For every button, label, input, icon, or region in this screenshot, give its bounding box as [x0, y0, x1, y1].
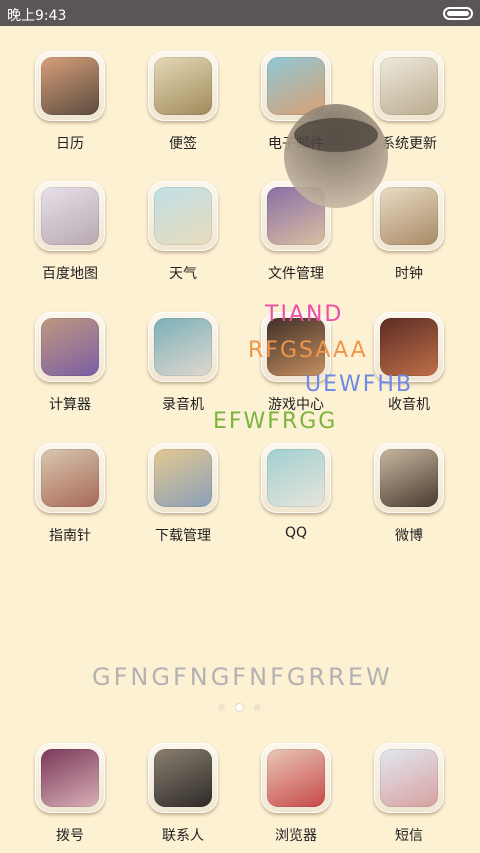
app-icon-image	[41, 449, 99, 507]
app-calculator[interactable]: 计算器	[14, 312, 124, 432]
watermark-text: RFGSAAA	[248, 338, 368, 363]
status-time: 晚上9:43	[7, 8, 67, 24]
watermark-text: TIAND	[265, 302, 344, 327]
app-label: 拨号	[56, 828, 84, 844]
status-bar: 晚上9:43	[0, 0, 480, 26]
contacts-icon[interactable]	[148, 743, 218, 813]
app-label: 天气	[169, 266, 197, 282]
app-map[interactable]: 百度地图	[14, 181, 124, 301]
app-icon-image	[267, 57, 325, 115]
app-icon-image	[154, 449, 212, 507]
page-dot[interactable]	[218, 704, 225, 711]
app-label: 日历	[56, 136, 84, 152]
weibo-icon[interactable]	[374, 443, 444, 513]
app-icon-image	[380, 749, 438, 807]
floating-avatar-widget[interactable]	[284, 104, 388, 208]
clock-icon[interactable]	[374, 181, 444, 251]
app-label: 文件管理	[268, 266, 324, 282]
app-icon-image	[267, 449, 325, 507]
app-label: 收音机	[388, 397, 430, 413]
calculator-icon[interactable]	[35, 312, 105, 382]
app-label: 下载管理	[155, 528, 211, 544]
app-notes[interactable]: 便签	[127, 51, 237, 171]
map-icon[interactable]	[35, 181, 105, 251]
notes-icon[interactable]	[148, 51, 218, 121]
page-dot-active[interactable]	[236, 704, 243, 711]
app-label: 便签	[169, 136, 197, 152]
app-browser[interactable]: 浏览器	[240, 743, 350, 853]
app-weibo[interactable]: 微博	[353, 443, 463, 563]
app-icon-image	[41, 749, 99, 807]
calendar-icon[interactable]	[35, 51, 105, 121]
app-label: QQ	[284, 525, 308, 541]
app-calendar[interactable]: 日历	[14, 51, 124, 171]
app-label: 微博	[395, 528, 423, 544]
app-label: 指南针	[49, 528, 91, 544]
app-icon-image	[380, 318, 438, 376]
page-indicator	[214, 704, 270, 712]
app-label: 百度地图	[42, 266, 98, 282]
battery-icon	[443, 7, 473, 20]
app-icon-image	[154, 187, 212, 245]
app-icon-image	[41, 187, 99, 245]
system-update-icon[interactable]	[374, 51, 444, 121]
phone-icon[interactable]	[35, 743, 105, 813]
app-icon-image	[380, 187, 438, 245]
app-weather[interactable]: 天气	[127, 181, 237, 301]
qq-icon[interactable]	[261, 443, 331, 513]
app-download[interactable]: 下载管理	[127, 443, 237, 563]
watermark-text: EFWFRGG	[213, 409, 338, 434]
sms-icon[interactable]	[374, 743, 444, 813]
app-sms[interactable]: 短信	[353, 743, 463, 853]
weather-icon[interactable]	[148, 181, 218, 251]
app-phone[interactable]: 拨号	[14, 743, 124, 853]
app-label: 计算器	[49, 397, 91, 413]
app-icon-image	[154, 318, 212, 376]
app-icon-image	[154, 749, 212, 807]
app-qq[interactable]: QQ	[240, 443, 350, 563]
watermark-text: UEWFHB	[305, 372, 414, 397]
page-dot[interactable]	[254, 704, 261, 711]
download-icon[interactable]	[148, 443, 218, 513]
app-label: 浏览器	[275, 828, 317, 844]
app-icon-image	[41, 57, 99, 115]
app-icon-image	[380, 57, 438, 115]
app-contacts[interactable]: 联系人	[127, 743, 237, 853]
watermark-text: GFNGFNGFNFGRREW	[92, 663, 393, 691]
app-label: 联系人	[162, 828, 204, 844]
app-icon-image	[41, 318, 99, 376]
app-label: 时钟	[395, 266, 423, 282]
app-label: 短信	[395, 828, 423, 844]
recorder-icon[interactable]	[148, 312, 218, 382]
app-compass[interactable]: 指南针	[14, 443, 124, 563]
app-clock[interactable]: 时钟	[353, 181, 463, 301]
browser-icon[interactable]	[261, 743, 331, 813]
app-icon-image	[267, 749, 325, 807]
compass-icon[interactable]	[35, 443, 105, 513]
app-icon-image	[380, 449, 438, 507]
app-icon-image	[154, 57, 212, 115]
